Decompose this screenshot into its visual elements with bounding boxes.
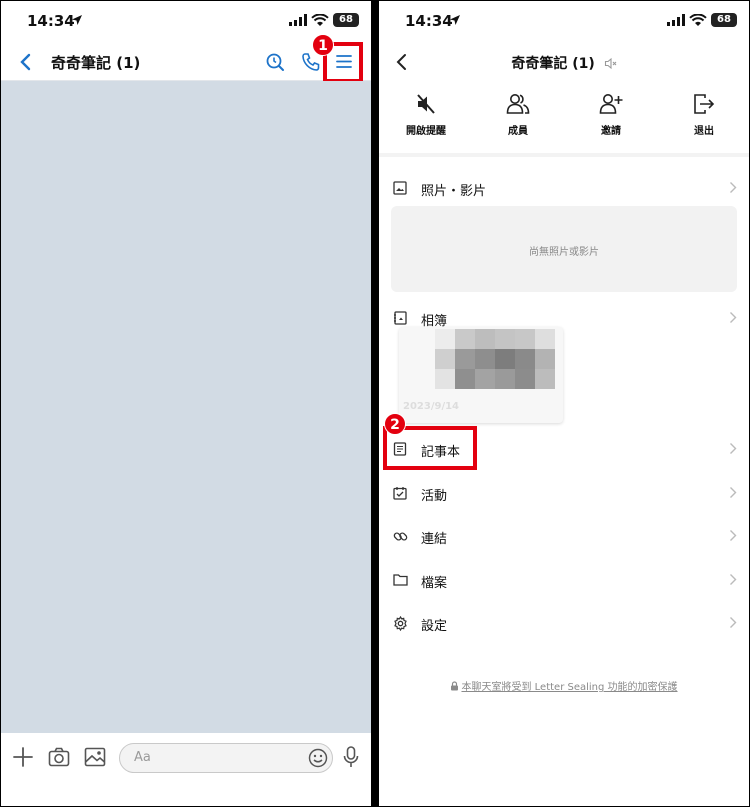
battery-indicator: 68 <box>333 13 359 27</box>
action-invite[interactable]: 邀請 <box>571 89 651 137</box>
action-notifications[interactable]: 開啟提醒 <box>386 89 466 137</box>
album-date: 2023/9/14 <box>403 401 460 412</box>
members-icon <box>506 94 530 114</box>
section-divider <box>379 153 749 157</box>
exit-icon <box>694 94 715 114</box>
menu-row-events[interactable]: 活動 <box>379 475 749 513</box>
settings-title-wrap: 奇奇筆記 (1) <box>379 53 749 73</box>
step-badge-2: 2 <box>384 413 406 435</box>
action-label: 邀請 <box>601 126 621 137</box>
action-label: 成員 <box>508 126 528 137</box>
location-arrow-icon <box>72 15 82 25</box>
status-bar: 14:34 68 <box>379 1 749 41</box>
back-chevron-icon[interactable] <box>19 53 31 71</box>
wifi-icon <box>311 14 329 26</box>
microphone-icon[interactable] <box>343 746 359 768</box>
chat-input-bar: Aa <box>1 733 371 806</box>
action-label: 退出 <box>694 126 714 137</box>
chevron-right-icon <box>730 312 737 323</box>
menu-label: 設定 <box>421 619 448 634</box>
search-chat-icon[interactable] <box>265 52 285 72</box>
image-gallery-icon[interactable] <box>84 747 106 767</box>
invite-icon <box>599 94 623 114</box>
plus-icon[interactable] <box>13 747 33 767</box>
status-time: 14:34 <box>405 12 453 30</box>
chevron-right-icon <box>730 443 737 454</box>
menu-row-files[interactable]: 檔案 <box>379 562 749 600</box>
quick-actions: 開啟提醒 成員 邀請 退出 <box>379 89 749 144</box>
chevron-right-icon <box>730 530 737 541</box>
photos-empty-state: 尚無照片或影片 <box>391 206 737 292</box>
chevron-right-icon <box>730 487 737 498</box>
status-bar: 14:34 68 <box>1 1 371 41</box>
menu-label: 連結 <box>421 532 448 547</box>
wifi-icon <box>689 14 707 26</box>
folder-icon <box>393 574 408 586</box>
muted-speaker-icon <box>604 57 617 70</box>
emoji-icon[interactable] <box>308 748 328 768</box>
lock-icon <box>451 681 459 691</box>
settings-header: 奇奇筆記 (1) <box>379 41 749 83</box>
menu-row-settings[interactable]: 設定 <box>379 605 749 643</box>
status-time: 14:34 <box>27 12 75 30</box>
action-label: 開啟提醒 <box>406 126 446 137</box>
chat-message-area[interactable] <box>1 81 371 733</box>
action-exit[interactable]: 退出 <box>664 89 744 137</box>
action-members[interactable]: 成員 <box>478 89 558 137</box>
chat-screen: 14:34 68 奇奇筆記 (1) 1 Aa <box>0 0 372 807</box>
settings-title: 奇奇筆記 (1) <box>511 56 595 72</box>
calendar-icon <box>393 487 407 500</box>
menu-row-links[interactable]: 連結 <box>379 518 749 556</box>
cellular-signal-icon <box>289 14 307 26</box>
battery-indicator: 68 <box>711 13 737 27</box>
chevron-right-icon <box>730 617 737 628</box>
gear-icon <box>394 616 407 631</box>
album-thumbnail[interactable]: 2023/9/14 <box>399 327 563 423</box>
step-badge-1: 1 <box>312 34 334 56</box>
chat-settings-screen: 14:34 68 奇奇筆記 (1) 開啟提醒 成員 邀請 退出 照片・影片 尚無… <box>378 0 750 807</box>
camera-icon[interactable] <box>48 747 70 767</box>
encryption-note[interactable]: 本聊天室將受到 Letter Sealing 功能的加密保護 <box>379 678 749 693</box>
location-arrow-icon <box>450 15 460 25</box>
chat-title: 奇奇筆記 (1) <box>51 54 141 72</box>
menu-label: 檔案 <box>421 576 448 591</box>
album-icon <box>394 311 407 325</box>
photo-icon <box>393 181 407 195</box>
mute-icon <box>417 94 435 114</box>
link-icon <box>393 532 408 541</box>
blurred-album-cover <box>435 329 555 389</box>
menu-label: 活動 <box>421 489 448 504</box>
cellular-signal-icon <box>667 14 685 26</box>
chevron-right-icon <box>730 574 737 585</box>
photos-empty-text: 尚無照片或影片 <box>529 247 599 258</box>
chevron-right-icon <box>730 182 737 193</box>
encryption-note-text: 本聊天室將受到 Letter Sealing 功能的加密保護 <box>461 682 678 693</box>
photos-videos-label: 照片・影片 <box>421 184 487 199</box>
message-input[interactable]: Aa <box>119 743 333 773</box>
photos-videos-row[interactable]: 照片・影片 <box>379 170 749 208</box>
